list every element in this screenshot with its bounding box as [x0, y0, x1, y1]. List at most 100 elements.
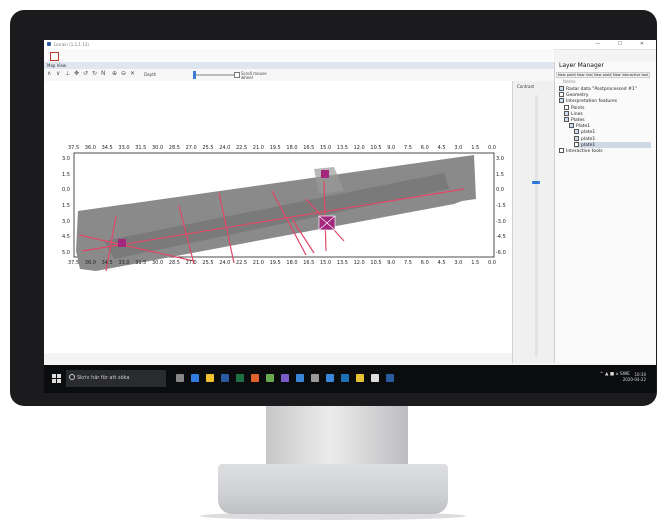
x-tick-label: 33.0	[118, 145, 130, 151]
monitor-stand-shadow	[200, 512, 466, 520]
x-tick-label: 34.5	[101, 145, 113, 151]
layer-tree-item[interactable]: plate1	[574, 141, 651, 148]
layer-manager: Layer Manager New point New line New pla…	[554, 62, 656, 363]
x-tick-label: 13.5	[336, 260, 348, 266]
task-view-icon[interactable]	[176, 374, 184, 382]
contrast-slider[interactable]	[532, 95, 540, 357]
app-icon-purple[interactable]	[281, 374, 289, 382]
word-icon[interactable]	[221, 374, 229, 382]
x-tick-label: 30.0	[152, 145, 164, 151]
x-tick-label: 1.5	[471, 260, 480, 266]
depth-label: Depth	[144, 72, 157, 77]
layer-tree-item[interactable]: Geometry	[559, 92, 651, 98]
x-tick-label: 9.0	[387, 260, 396, 266]
zoom-out-icon[interactable]: ⊖	[121, 70, 126, 77]
layer-tree-item[interactable]: Plates	[564, 117, 651, 123]
app-icon-blue[interactable]	[296, 374, 304, 382]
layer-checkbox[interactable]	[559, 98, 564, 104]
ruler-icon[interactable]: ⊥	[65, 70, 70, 77]
radar-map[interactable]	[44, 81, 514, 353]
layer-checkbox[interactable]	[564, 110, 569, 116]
layer-checkbox[interactable]	[569, 123, 574, 129]
x-tick-label: 31.5	[135, 145, 147, 151]
outlook-icon[interactable]	[341, 374, 349, 382]
x-tick-label: 0.0	[488, 260, 496, 266]
layer-checkbox[interactable]	[559, 148, 564, 153]
layer-tree-item[interactable]: Radar data "Postprocessed #1"	[559, 86, 651, 92]
rotate-left-icon[interactable]: ↺	[83, 70, 88, 77]
contrast-slider-knob[interactable]	[532, 181, 540, 184]
pan-icon[interactable]: ✥	[74, 70, 79, 77]
x-tick-label: 37.5	[68, 145, 80, 151]
layer-checkbox[interactable]	[559, 86, 564, 91]
y-tick-label-right: -6.0	[496, 250, 506, 256]
monitor-frame: Lorrain (1.1.1.13) — ☐ ✕ Map View ∧ ∨ ⊥ …	[10, 10, 657, 406]
expand-icon[interactable]: ∨	[56, 70, 60, 77]
x-tick-label: 33.0	[118, 260, 130, 266]
taskbar-clock[interactable]: 10:30 2020-04-22	[623, 372, 646, 382]
app-icon-white[interactable]	[371, 374, 379, 382]
layer-tree-item[interactable]: plate1	[574, 135, 651, 142]
calculator-icon[interactable]	[311, 374, 319, 382]
edit-icon[interactable]	[50, 52, 59, 61]
x-tick-label: 37.5	[68, 260, 80, 266]
layer-checkbox[interactable]	[564, 117, 569, 122]
layer-tree-item[interactable]: Interactive tools	[559, 148, 651, 154]
layer-tree-item[interactable]: Lines	[564, 110, 651, 117]
x-tick-label: 9.0	[387, 145, 396, 151]
scroll-checkbox[interactable]	[234, 72, 240, 78]
new-interactive-tool-button[interactable]: New interactive tool	[611, 72, 651, 78]
depth-slider[interactable]	[193, 71, 234, 79]
search-icon	[69, 374, 75, 380]
x-tick-label: 27.0	[185, 145, 197, 151]
chrome-icon[interactable]	[356, 374, 364, 382]
x-tick-label: 24.0	[219, 260, 231, 266]
map-canvas[interactable]: 37.5 36.0 34.5 33.0 31.5 30.0 28.5 27.0 25.5 24.0…	[44, 81, 514, 387]
layer-tree-item[interactable]: plate1	[574, 129, 651, 135]
taskbar-search[interactable]: Skriv här för att söka	[66, 370, 166, 387]
layer-tree-item[interactable]: Interpretation features	[559, 98, 651, 104]
close-view-icon[interactable]: ✕	[130, 70, 135, 77]
window-controls[interactable]: — ☐ ✕	[595, 41, 652, 47]
collapse-icon[interactable]: ∧	[47, 70, 51, 77]
plate-marker-top	[321, 170, 329, 178]
rotate-right-icon[interactable]: ↻	[92, 70, 97, 77]
clock-date: 2020-04-22	[622, 377, 646, 382]
depth-slider-knob[interactable]	[193, 71, 196, 79]
view-tab[interactable]: Map View	[47, 63, 66, 68]
x-tick-label: 25.5	[202, 260, 214, 266]
x-tick-label: 28.5	[168, 260, 180, 266]
menubar	[44, 49, 554, 62]
x-tick-label: 15.0	[320, 260, 332, 266]
edge-icon[interactable]	[191, 374, 199, 382]
layer-checkbox[interactable]	[559, 92, 564, 98]
taskbar: Skriv här för att söka ^ ▲ ■ ⌂ SWE 10:30…	[44, 365, 656, 393]
lorrain-app-icon[interactable]	[386, 374, 394, 382]
x-tick-label: 7.5	[404, 145, 412, 151]
x-tick-label: 15.0	[320, 145, 332, 151]
layer-checkbox[interactable]	[564, 104, 569, 110]
y-tick-label-left: 3.0	[62, 218, 70, 225]
file-explorer-icon[interactable]	[206, 374, 214, 382]
app-icon-blue-2[interactable]	[326, 374, 334, 382]
app-icon-green[interactable]	[266, 374, 274, 382]
search-placeholder: Skriv här för att söka	[77, 375, 130, 381]
y-tick-label-right: 0.0	[496, 187, 504, 194]
x-tick-label: 36.0	[84, 260, 96, 266]
zoom-in-icon[interactable]: ⊕	[112, 70, 117, 77]
layer-checkbox[interactable]	[574, 141, 579, 147]
x-tick-label: 18.0	[286, 260, 298, 266]
layer-checkbox[interactable]	[574, 129, 579, 135]
y-tick-label-left: 3.0	[62, 156, 70, 162]
y-tick-label-right: -1.5	[496, 203, 506, 209]
x-tick-label: 7.5	[404, 260, 412, 266]
powerpoint-icon[interactable]	[251, 374, 259, 382]
layer-checkbox[interactable]	[574, 135, 579, 141]
layer-tree-item[interactable]: Plate1	[569, 123, 651, 129]
x-tick-label: 0.0	[488, 145, 496, 151]
excel-icon[interactable]	[236, 374, 244, 382]
north-icon[interactable]: N	[101, 70, 106, 77]
y-tick-label-left: 1.5	[62, 171, 70, 178]
layer-tree-item[interactable]: Points	[564, 104, 651, 111]
windows-start-icon[interactable]	[52, 374, 61, 383]
